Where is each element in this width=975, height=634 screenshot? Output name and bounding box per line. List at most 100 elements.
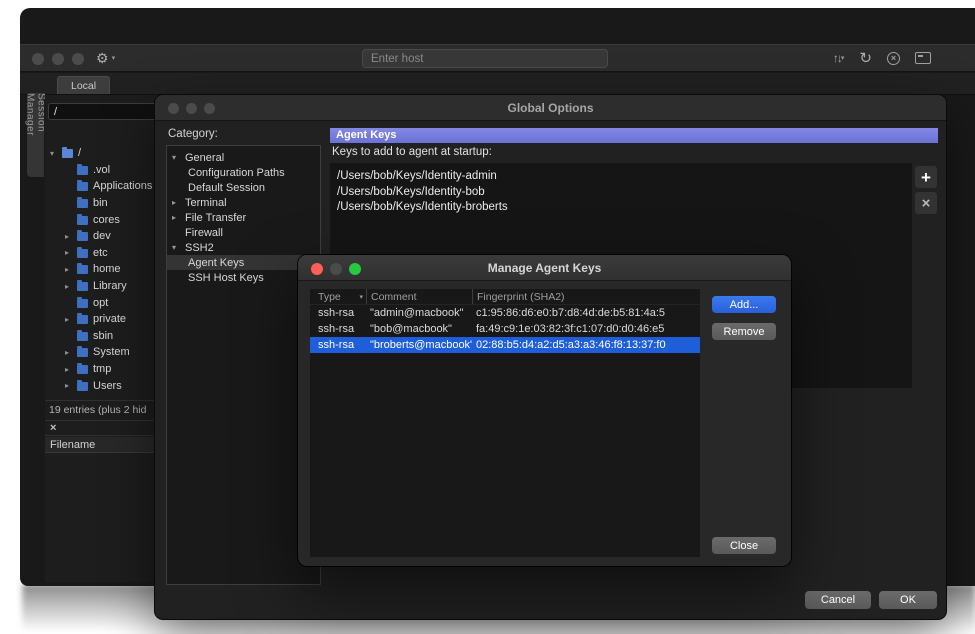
key-path-item[interactable]: /Users/bob/Keys/Identity-broberts (337, 200, 912, 216)
sort-arrows-icon: ↑↓ (833, 51, 841, 65)
cell-type: ssh-rsa (310, 307, 366, 319)
column-label: Fingerprint (SHA2) (477, 291, 565, 303)
category-label: Category: (168, 128, 218, 140)
column-header-type[interactable]: Type ▾ (310, 289, 366, 304)
tree-item-label: Users (93, 380, 122, 392)
column-label: Comment (371, 291, 417, 303)
folder-icon (77, 166, 88, 175)
refresh-button[interactable]: ↻ (859, 49, 872, 67)
category-label: Terminal (185, 197, 227, 209)
close-button[interactable]: Close (712, 537, 776, 554)
category-label: Configuration Paths (188, 167, 285, 179)
cell-type: ssh-rsa (310, 323, 366, 335)
cell-fingerprint: fa:49:c9:1e:03:82:3f:c1:07:d0:d0:46:e5 (472, 323, 700, 335)
chevron-right-icon[interactable]: ▸ (65, 265, 77, 274)
folder-icon (77, 282, 88, 291)
tree-item-label: private (93, 313, 126, 325)
tree-item-label: bin (93, 197, 108, 209)
category-item[interactable]: ▾ SSH2 (167, 240, 320, 255)
folder-icon (77, 182, 88, 191)
minimize-window-button[interactable] (52, 53, 64, 65)
chevron-right-icon[interactable]: ▸ (65, 248, 77, 257)
add-button[interactable]: Add... (712, 296, 776, 313)
category-item[interactable]: ▾ General (167, 150, 320, 165)
table-row-selected[interactable]: ssh-rsa "broberts@macbook" 02:88:b5:d4:a… (310, 337, 700, 353)
folder-icon (77, 249, 88, 258)
remove-key-button[interactable]: × (915, 192, 937, 214)
folder-icon (77, 299, 88, 308)
column-header-comment[interactable]: Comment (366, 289, 472, 304)
keys-startup-label: Keys to add to agent at startup: (332, 146, 492, 158)
terminal-window-icon (915, 52, 931, 64)
close-window-button[interactable] (32, 53, 44, 65)
remove-button[interactable]: Remove (712, 323, 776, 340)
category-item[interactable]: Configuration Paths (167, 165, 320, 180)
toolbar-right-icons: ↑↓ ▾ ↻ × (833, 45, 931, 71)
chevron-down-icon[interactable]: ▾ (172, 243, 185, 252)
chevron-down-icon[interactable]: ▾ (50, 149, 62, 158)
key-path-item[interactable]: /Users/bob/Keys/Identity-admin (337, 169, 912, 185)
open-terminal-button[interactable] (915, 52, 931, 64)
dialog-title: Global Options (155, 101, 946, 115)
column-label: Type (318, 291, 341, 303)
main-toolbar: ⚙ ▾ ↑↓ ▾ ↻ × (20, 44, 975, 72)
cell-type: ssh-rsa (310, 339, 366, 351)
chevron-right-icon[interactable]: ▸ (172, 198, 185, 207)
agent-keys-table: Type ▾ Comment Fingerprint (SHA2) ssh-rs… (310, 289, 700, 557)
folder-icon (77, 365, 88, 374)
close-icon: × (922, 196, 931, 211)
panel-header: Agent Keys (330, 128, 938, 143)
chevron-right-icon[interactable]: ▸ (65, 365, 77, 374)
gear-icon: ⚙ (96, 50, 109, 67)
tree-item-label: tmp (93, 363, 111, 375)
tree-item-label: System (93, 346, 130, 358)
chevron-down-icon[interactable]: ▾ (172, 153, 185, 162)
sort-sessions-button[interactable]: ↑↓ ▾ (833, 51, 845, 65)
key-path-item[interactable]: /Users/bob/Keys/Identity-bob (337, 185, 912, 201)
disconnect-button[interactable]: × (887, 52, 900, 65)
category-label: File Transfer (185, 212, 246, 224)
tree-item-label: / (78, 147, 81, 159)
column-header-fingerprint[interactable]: Fingerprint (SHA2) (472, 289, 700, 304)
category-item[interactable]: Firewall (167, 225, 320, 240)
ok-button[interactable]: OK (879, 591, 937, 609)
category-item[interactable]: ▸ Terminal (167, 195, 320, 210)
session-manager-tab[interactable]: Session Manager (27, 93, 44, 177)
tab-local[interactable]: Local (57, 76, 110, 94)
host-input[interactable] (362, 49, 608, 68)
tree-item-label: etc (93, 247, 108, 259)
cancel-button[interactable]: Cancel (805, 591, 871, 609)
cell-fingerprint: c1:95:86:d6:e0:b7:d8:4d:de:b5:81:4a:5 (472, 307, 700, 319)
close-icon[interactable]: × (50, 422, 56, 434)
category-label: Firewall (185, 227, 223, 239)
category-label: Default Session (188, 182, 265, 194)
manage-agent-keys-dialog: Manage Agent Keys Type ▾ Comment Fingerp… (298, 255, 791, 566)
chevron-right-icon[interactable]: ▸ (65, 348, 77, 357)
tree-item-label: Library (93, 280, 127, 292)
path-input[interactable] (48, 103, 172, 120)
folder-icon (77, 199, 88, 208)
chevron-right-icon[interactable]: ▸ (65, 381, 77, 390)
folder-icon (77, 232, 88, 241)
screenshot-stage: ⚙ ▾ ↑↓ ▾ ↻ × Local (0, 0, 975, 634)
open-folder-icon (62, 149, 73, 158)
table-row[interactable]: ssh-rsa "bob@macbook" fa:49:c9:1e:03:82:… (310, 321, 700, 337)
session-tab-strip: Local (20, 73, 975, 95)
chevron-right-icon[interactable]: ▸ (172, 213, 185, 222)
chevron-down-icon[interactable]: ▾ (359, 293, 363, 301)
chevron-down-icon: ▾ (112, 54, 116, 62)
add-key-button[interactable]: + (915, 166, 937, 188)
cell-comment: "admin@macbook" (366, 307, 472, 319)
dialog-titlebar: Manage Agent Keys (298, 255, 791, 281)
table-row[interactable]: ssh-rsa "admin@macbook" c1:95:86:d6:e0:b… (310, 305, 700, 321)
zoom-window-button[interactable] (72, 53, 84, 65)
chevron-down-icon: ▾ (841, 54, 845, 62)
chevron-right-icon[interactable]: ▸ (65, 282, 77, 291)
category-item[interactable]: Default Session (167, 180, 320, 195)
chevron-right-icon[interactable]: ▸ (65, 315, 77, 324)
chevron-right-icon[interactable]: ▸ (65, 232, 77, 241)
category-item[interactable]: ▸ File Transfer (167, 210, 320, 225)
plus-icon: + (921, 169, 931, 186)
folder-icon (77, 265, 88, 274)
settings-menu-button[interactable]: ⚙ ▾ (96, 45, 115, 71)
